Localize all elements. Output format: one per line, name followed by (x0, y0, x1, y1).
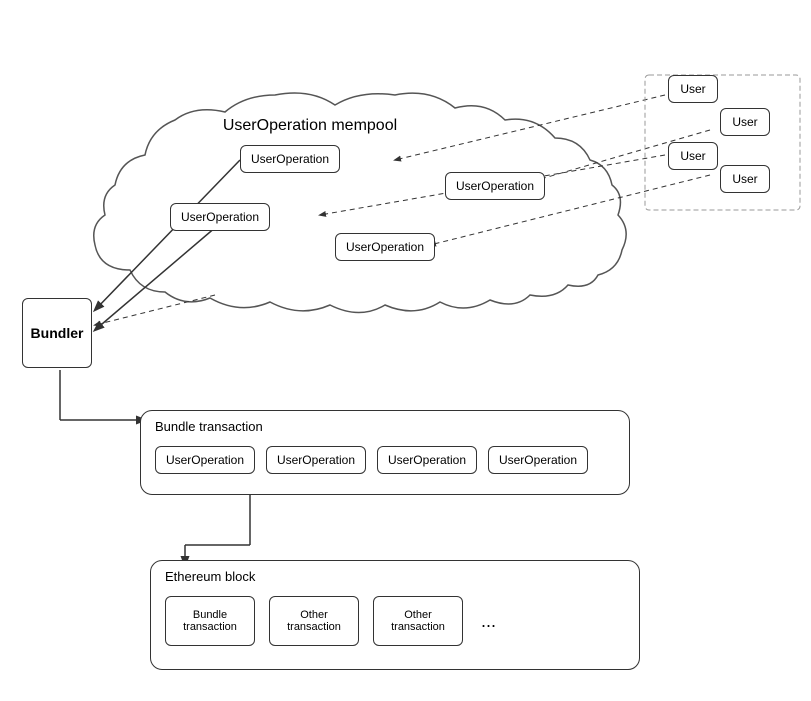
user2-box: User (720, 108, 770, 136)
bt-uo4: UserOperation (488, 446, 588, 474)
user4-box: User (720, 165, 770, 193)
bt-uo1: UserOperation (155, 446, 255, 474)
ethereum-block-container: Ethereum block Bundle transaction Other … (150, 560, 640, 670)
uo2-box: UserOperation (445, 172, 545, 200)
bundler-box: Bundler (22, 298, 92, 368)
user1-box: User (668, 75, 718, 103)
bt-uo2: UserOperation (266, 446, 366, 474)
uo3-box: UserOperation (170, 203, 270, 231)
bundle-transaction-container: Bundle transaction UserOperation UserOpe… (140, 410, 630, 495)
user3-box: User (668, 142, 718, 170)
uo1-box: UserOperation (240, 145, 340, 173)
eth-other-tx2: Other transaction (373, 596, 463, 646)
ethereum-block-label: Ethereum block (165, 569, 255, 584)
eth-bundle-tx: Bundle transaction (165, 596, 255, 646)
eth-ellipsis: ... (481, 611, 496, 632)
bt-uo3: UserOperation (377, 446, 477, 474)
uo4-box: UserOperation (335, 233, 435, 261)
mempool-to-bundler-dashed (95, 295, 215, 325)
bundle-transaction-label: Bundle transaction (155, 419, 263, 434)
eth-other-tx1: Other transaction (269, 596, 359, 646)
cloud-label: UserOperation mempool (223, 117, 397, 134)
